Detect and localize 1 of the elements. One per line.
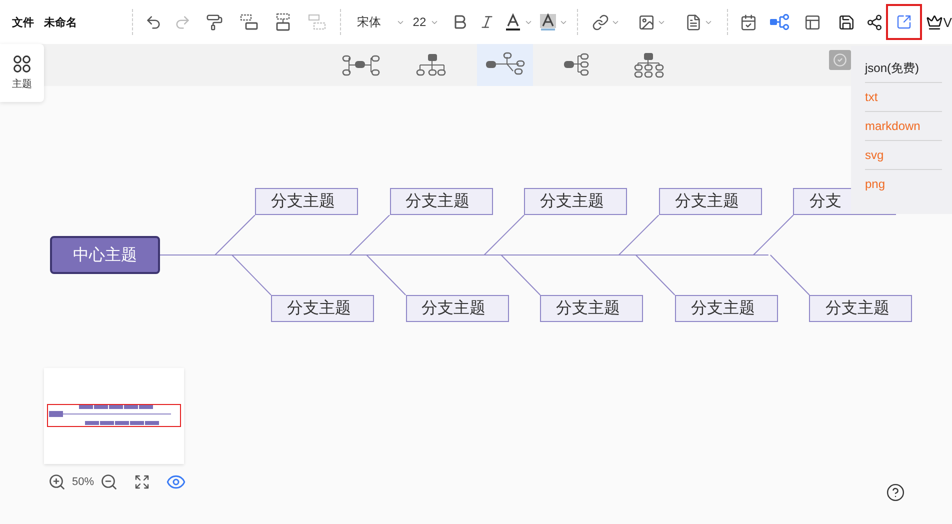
zoom-level: 50% bbox=[72, 476, 94, 488]
